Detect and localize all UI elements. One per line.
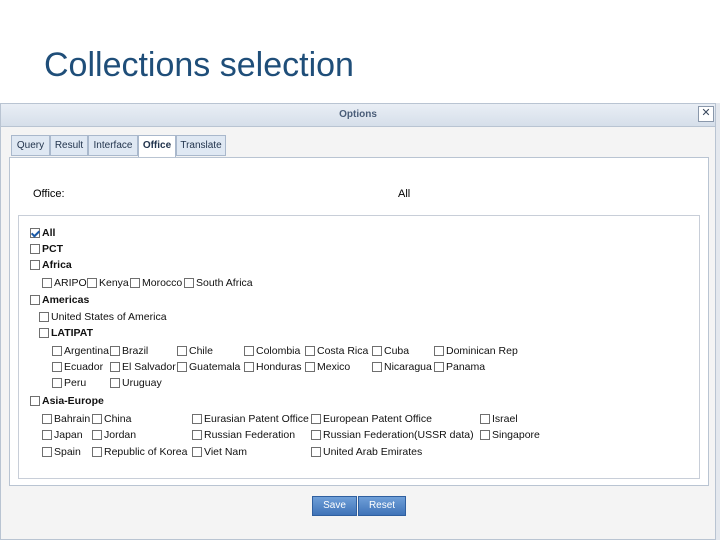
checkbox-uruguay[interactable]: Uruguay [110,377,162,389]
checkbox-dominican-rep[interactable]: Dominican Rep [434,345,518,357]
checkbox-eurasian-patent-office[interactable]: Eurasian Patent Office [192,413,309,425]
checkbox-box[interactable] [177,362,187,372]
checkbox-box[interactable] [244,362,254,372]
checkbox-box[interactable] [192,430,202,440]
checkbox-bahrain[interactable]: Bahrain [42,413,90,425]
checkbox-pct[interactable]: PCT [30,243,63,255]
checkbox-box[interactable] [311,414,321,424]
checkbox-americas[interactable]: Americas [30,294,89,306]
checkbox-latipat[interactable]: LATIPAT [39,327,93,339]
checkbox-box[interactable] [110,362,120,372]
checkbox-box[interactable] [30,295,40,305]
checkbox-honduras[interactable]: Honduras [244,361,302,373]
checkbox-box[interactable] [30,260,40,270]
checkbox-africa[interactable]: Africa [30,259,72,271]
checkbox-brazil[interactable]: Brazil [110,345,148,357]
checkbox-argentina[interactable]: Argentina [52,345,109,357]
checkbox-box[interactable] [372,362,382,372]
checkbox-box[interactable] [92,414,102,424]
checkbox-box[interactable] [480,414,490,424]
checkbox-israel[interactable]: Israel [480,413,518,425]
checkbox-mexico[interactable]: Mexico [305,361,350,373]
collection-tree: All PCT Africa ARIPO Kenya Morocco South… [18,215,700,479]
checkbox-box[interactable] [372,346,382,356]
checkbox-peru[interactable]: Peru [52,377,86,389]
checkbox-usa[interactable]: United States of America [39,311,167,323]
checkbox-china[interactable]: China [92,413,131,425]
checkbox-costa-rica[interactable]: Costa Rica [305,345,368,357]
checkbox-aripo[interactable]: ARIPO [42,277,87,289]
checkbox-box[interactable] [42,278,52,288]
checkbox-russian-federation[interactable]: Russian Federation [192,429,295,441]
checkbox-box[interactable] [87,278,97,288]
checkbox-guatemala[interactable]: Guatemala [177,361,240,373]
tab-query[interactable]: Query [11,135,50,156]
tab-interface[interactable]: Interface [88,135,138,156]
checkbox-viet-nam[interactable]: Viet Nam [192,446,247,458]
checkbox-box[interactable] [130,278,140,288]
checkbox-box[interactable] [39,328,49,338]
checkbox-united-arab-emirates[interactable]: United Arab Emirates [311,446,422,458]
save-button[interactable]: Save [312,496,357,516]
checkbox-ecuador[interactable]: Ecuador [52,361,103,373]
office-label: Office: [33,188,65,200]
checkbox-republic-of-korea[interactable]: Republic of Korea [92,446,187,458]
checkbox-box[interactable] [311,447,321,457]
checkbox-box[interactable] [184,278,194,288]
checkbox-box[interactable] [311,430,321,440]
checkbox-chile[interactable]: Chile [177,345,213,357]
close-icon[interactable]: ✕ [698,106,714,122]
tab-office[interactable]: Office [138,135,176,158]
checkbox-box[interactable] [244,346,254,356]
checkbox-box[interactable] [305,362,315,372]
checkbox-cuba[interactable]: Cuba [372,345,409,357]
checkbox-box[interactable] [434,346,444,356]
checkbox-japan[interactable]: Japan [42,429,83,441]
checkbox-all[interactable]: All [30,227,55,239]
checkbox-box[interactable] [52,378,62,388]
options-dialog: Options ✕ Query Result Interface Office … [0,103,716,540]
checkbox-european-patent-office[interactable]: European Patent Office [311,413,432,425]
checkbox-box[interactable] [39,312,49,322]
checkbox-box[interactable] [92,430,102,440]
checkbox-box[interactable] [110,346,120,356]
checkbox-morocco[interactable]: Morocco [130,277,182,289]
checkbox-jordan[interactable]: Jordan [92,429,136,441]
checkbox-box[interactable] [192,447,202,457]
checkbox-singapore[interactable]: Singapore [480,429,540,441]
checkbox-box[interactable] [305,346,315,356]
checkbox-box[interactable] [92,447,102,457]
checkbox-box[interactable] [110,378,120,388]
checkbox-box[interactable] [434,362,444,372]
checkbox-asia-europe[interactable]: Asia-Europe [30,395,104,407]
slide-title: Collections selection [44,46,354,84]
checkbox-el-salvador[interactable]: El Salvador [110,361,176,373]
tab-translate[interactable]: Translate [176,135,226,156]
tab-result[interactable]: Result [50,135,88,156]
checkbox-kenya[interactable]: Kenya [87,277,129,289]
checkbox-box[interactable] [30,228,40,238]
checkbox-box[interactable] [42,414,52,424]
checkbox-box[interactable] [30,244,40,254]
window-edge [716,103,720,540]
office-panel: Office: All All PCT Africa ARIPO Kenya M… [9,157,709,486]
office-value: All [398,188,411,200]
checkbox-box[interactable] [52,346,62,356]
checkbox-box[interactable] [480,430,490,440]
checkbox-box[interactable] [42,447,52,457]
checkbox-colombia[interactable]: Colombia [244,345,300,357]
checkbox-spain[interactable]: Spain [42,446,81,458]
checkbox-russian-federation-ussr[interactable]: Russian Federation(USSR data) [311,429,474,441]
checkbox-box[interactable] [30,396,40,406]
checkbox-south-africa[interactable]: South Africa [184,277,253,289]
checkbox-panama[interactable]: Panama [434,361,485,373]
dialog-titlebar: Options [1,104,715,127]
checkbox-nicaragua[interactable]: Nicaragua [372,361,432,373]
checkbox-box[interactable] [42,430,52,440]
checkbox-box[interactable] [192,414,202,424]
reset-button[interactable]: Reset [358,496,406,516]
checkbox-box[interactable] [52,362,62,372]
checkbox-box[interactable] [177,346,187,356]
